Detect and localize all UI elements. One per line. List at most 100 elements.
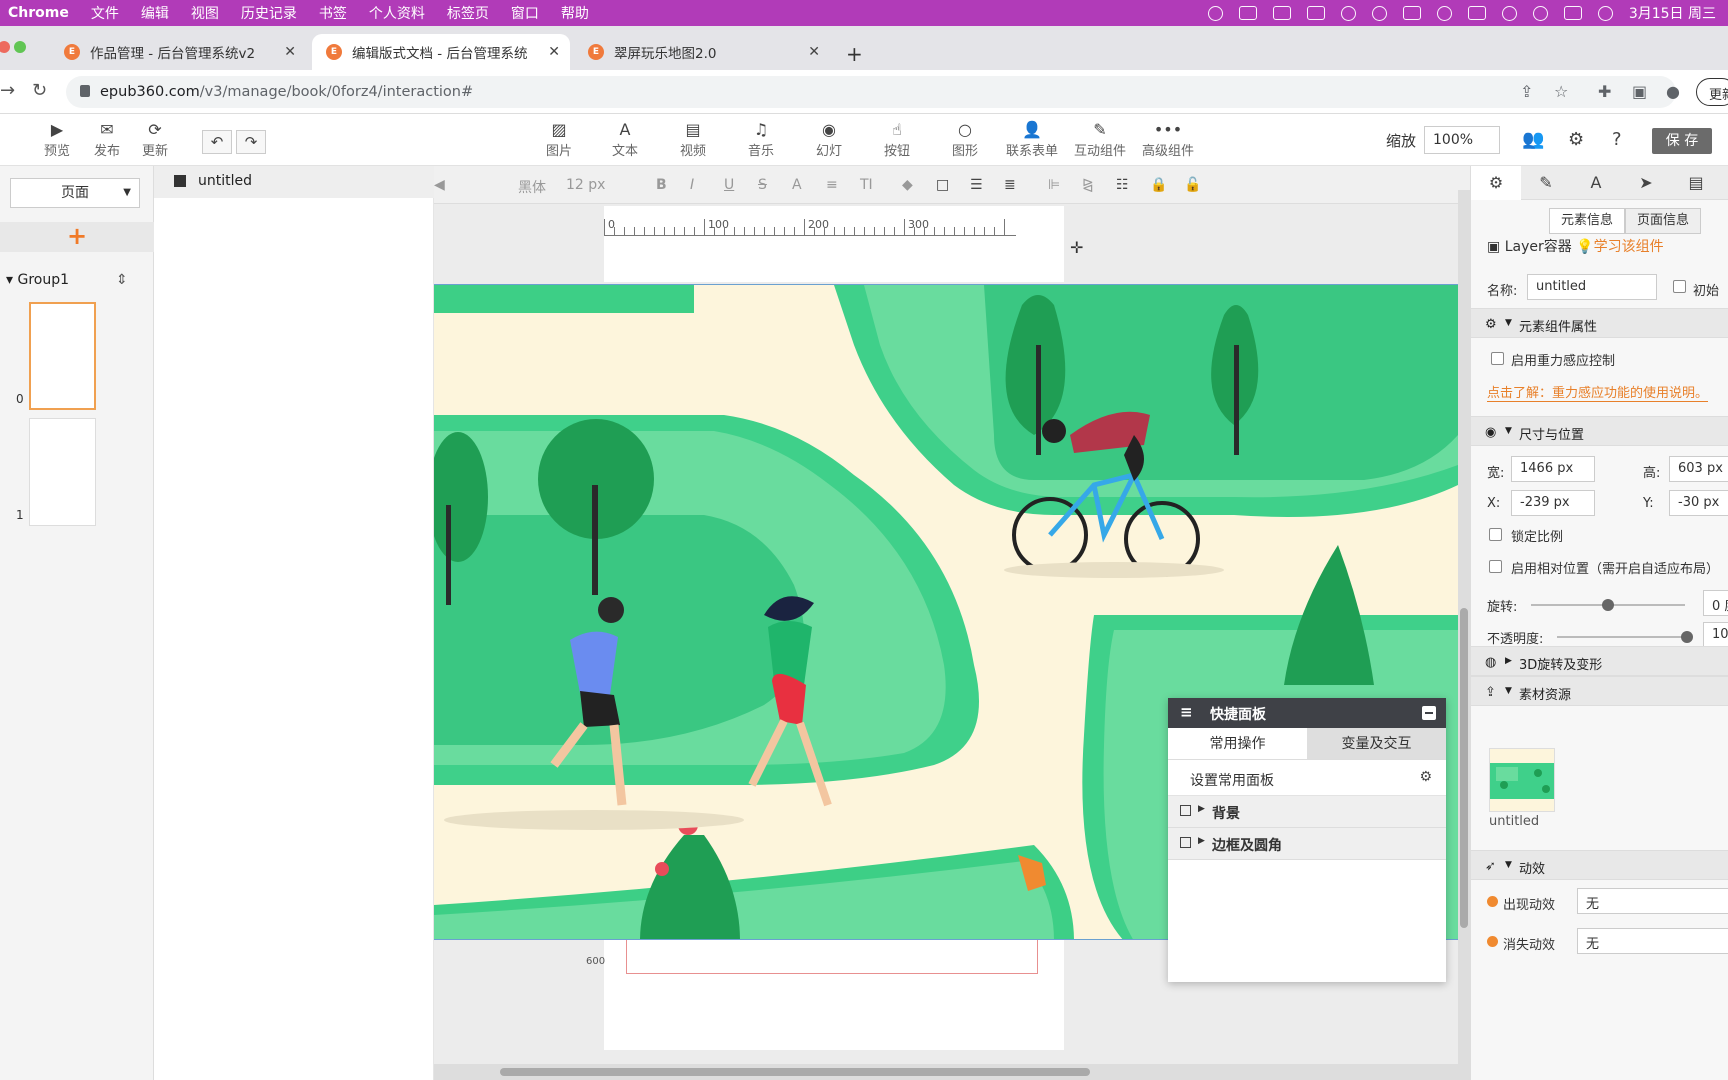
- section-animation[interactable]: ➶ ▼ 动效: [1471, 850, 1728, 880]
- relative-position-checkbox[interactable]: [1489, 560, 1502, 573]
- name-input[interactable]: untitled: [1527, 274, 1657, 300]
- tab-edit-document[interactable]: E 编辑版式文档 - 后台管理系统 ✕: [312, 34, 570, 70]
- section-3d-transform[interactable]: ◍ ▶ 3D旋转及变形: [1471, 646, 1728, 676]
- line-weight-icon[interactable]: ≣: [1004, 177, 1016, 193]
- opacity-slider-knob[interactable]: [1681, 631, 1693, 643]
- settings-gear-icon[interactable]: ⚙: [1568, 129, 1584, 150]
- rotation-slider-knob[interactable]: [1602, 599, 1614, 611]
- width-input[interactable]: 1466 px: [1511, 456, 1595, 482]
- line-style-icon[interactable]: ☰: [970, 177, 983, 193]
- quick-panel-header[interactable]: ≡ 快捷面板: [1168, 698, 1446, 728]
- insert-button-button[interactable]: ☝ 按钮: [884, 120, 910, 159]
- insert-advanced-button[interactable]: ••• 高级组件: [1142, 120, 1194, 159]
- collapse-left-icon[interactable]: ◀: [434, 177, 445, 193]
- vertical-scrollbar[interactable]: [1458, 190, 1470, 1080]
- section-border[interactable]: ▶ 边框及圆角: [1168, 828, 1446, 860]
- menu-bookmarks[interactable]: 书签: [319, 3, 347, 23]
- back-icon[interactable]: →: [0, 80, 15, 101]
- page-type-select[interactable]: 页面 ▼: [10, 178, 140, 208]
- save-button[interactable]: 保 存: [1652, 128, 1712, 154]
- collaborators-icon[interactable]: 👥: [1522, 129, 1544, 150]
- menu-icon[interactable]: ≡: [1180, 703, 1193, 721]
- chrome-update-button[interactable]: 更新: [1696, 78, 1728, 106]
- menu-edit[interactable]: 编辑: [141, 3, 169, 23]
- section-size-position[interactable]: ◉ ▼ 尺寸与位置: [1471, 416, 1728, 446]
- preview-button[interactable]: ▶ 预览: [44, 120, 70, 159]
- redo-button[interactable]: ↷: [236, 130, 266, 154]
- wifi-icon[interactable]: [1501, 5, 1517, 21]
- bookmark-star-icon[interactable]: ☆: [1554, 82, 1568, 101]
- help-icon[interactable]: ?: [1612, 129, 1622, 150]
- search-icon[interactable]: [1532, 5, 1548, 21]
- bell-icon[interactable]: [1371, 5, 1387, 21]
- add-page-button[interactable]: +: [0, 222, 154, 252]
- chat-icon[interactable]: [1238, 6, 1257, 20]
- strikethrough-icon[interactable]: S: [758, 177, 767, 193]
- fill-color-icon[interactable]: ◆: [902, 177, 913, 193]
- distribute-icon[interactable]: ☷: [1116, 177, 1129, 193]
- tab-map[interactable]: E 翠屏玩乐地图2.0 ✕: [574, 34, 830, 70]
- unlock-element-icon[interactable]: 🔓: [1184, 177, 1201, 193]
- font-color-icon[interactable]: A: [792, 177, 802, 193]
- initial-checkbox[interactable]: [1673, 280, 1686, 293]
- move-crosshair-icon[interactable]: ✛: [1070, 238, 1083, 257]
- action-tab-icon[interactable]: ➤: [1621, 166, 1671, 200]
- insert-image-button[interactable]: ▨ 图片: [546, 120, 572, 159]
- close-icon[interactable]: ✕: [808, 44, 820, 60]
- height-input[interactable]: 603 px: [1669, 456, 1728, 482]
- y-input[interactable]: -30 px: [1669, 490, 1728, 516]
- border-icon[interactable]: □: [936, 177, 949, 193]
- settings-tab-icon[interactable]: ⚙: [1471, 166, 1521, 200]
- new-tab-icon[interactable]: +: [846, 42, 863, 66]
- menu-view[interactable]: 视图: [191, 3, 219, 23]
- minimize-icon[interactable]: [1422, 706, 1436, 720]
- close-window-button[interactable]: [0, 41, 10, 53]
- layer-item[interactable]: untitled: [154, 166, 434, 198]
- insert-music-button[interactable]: ♫ 音乐: [748, 120, 774, 159]
- app-menu[interactable]: Chrome: [8, 5, 69, 21]
- insert-text-button[interactable]: A 文本: [612, 120, 638, 159]
- insert-contact-form-button[interactable]: 👤 联系表单: [1006, 120, 1058, 159]
- section-background[interactable]: ▶ 背景: [1168, 796, 1446, 828]
- undo-button[interactable]: ↶: [202, 130, 232, 154]
- close-icon[interactable]: ✕: [548, 44, 560, 60]
- rotation-slider[interactable]: [1531, 599, 1685, 611]
- pen-icon[interactable]: [1306, 6, 1325, 20]
- text-tab-icon[interactable]: A: [1571, 166, 1621, 200]
- play-tray-icon[interactable]: [1340, 5, 1356, 21]
- lock-ratio-checkbox[interactable]: [1489, 528, 1502, 541]
- underline-icon[interactable]: U: [724, 177, 734, 193]
- align-objects-icon[interactable]: ⊫: [1048, 177, 1060, 193]
- insert-interactive-button[interactable]: ✎ 互动组件: [1074, 120, 1126, 159]
- url-field[interactable]: epub360.com/v3/manage/book/0forz4/intera…: [66, 76, 1676, 108]
- profile-icon[interactable]: ●: [1666, 82, 1680, 101]
- section-element-props[interactable]: ⚙ ▼ 元素组件属性: [1471, 308, 1728, 338]
- rotation-input[interactable]: 0 度: [1703, 590, 1728, 616]
- menu-history[interactable]: 历史记录: [241, 3, 297, 23]
- learn-component-link[interactable]: 💡学习该组件: [1576, 239, 1663, 255]
- gravity-checkbox[interactable]: [1491, 352, 1504, 365]
- page-thumbnail-0[interactable]: [29, 302, 96, 410]
- sidepanel-icon[interactable]: ▣: [1632, 82, 1647, 101]
- menu-profiles[interactable]: 个人资料: [369, 3, 425, 23]
- publish-button[interactable]: ✉ 发布: [94, 120, 120, 159]
- scroll-thumb[interactable]: [1460, 608, 1468, 928]
- opacity-slider[interactable]: [1557, 631, 1693, 643]
- zoom-input[interactable]: 100%: [1424, 126, 1500, 154]
- element-info-tab[interactable]: 元素信息: [1549, 208, 1625, 234]
- clock[interactable]: 3月15日 周三: [1629, 3, 1716, 23]
- insert-shape-button[interactable]: ○ 图形: [952, 120, 978, 159]
- horizontal-scrollbar[interactable]: [434, 1064, 1470, 1080]
- menu-file[interactable]: 文件: [91, 3, 119, 23]
- page-info-tab[interactable]: 页面信息: [1625, 208, 1701, 234]
- siri-icon[interactable]: [1597, 5, 1613, 21]
- font-family-select[interactable]: 黑体: [518, 177, 546, 197]
- input-method-icon[interactable]: [1402, 6, 1421, 20]
- battery-icon[interactable]: [1467, 6, 1486, 20]
- close-icon[interactable]: ✕: [284, 44, 296, 60]
- x-input[interactable]: -239 px: [1511, 490, 1595, 516]
- disappear-animation-select[interactable]: 无: [1577, 928, 1728, 954]
- bluetooth-icon[interactable]: [1436, 5, 1452, 21]
- opacity-input[interactable]: 100: [1703, 622, 1728, 648]
- insert-slideshow-button[interactable]: ◉ 幻灯: [816, 120, 842, 159]
